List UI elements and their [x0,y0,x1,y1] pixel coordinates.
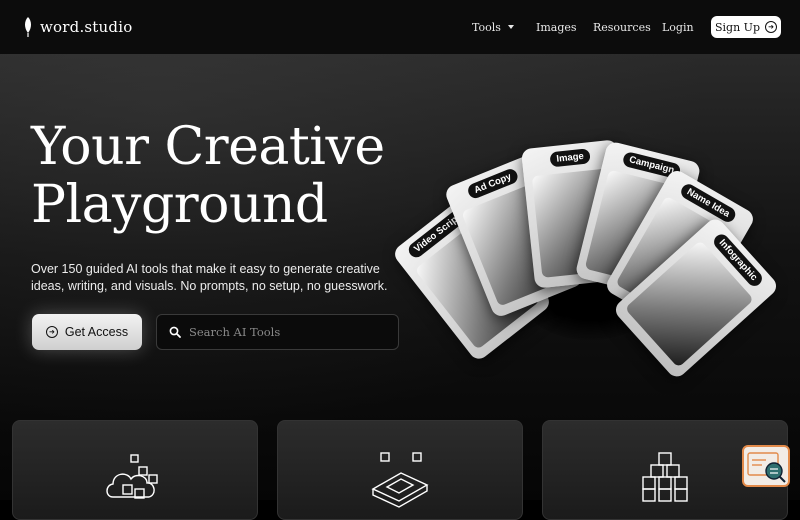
signup-label: Sign Up [715,20,760,34]
feather-icon [25,17,31,37]
feature-card-1[interactable] [12,420,258,520]
brand-name: word.studio [40,18,133,36]
search-input[interactable] [187,324,391,340]
brand-logo[interactable]: word.studio [22,14,132,40]
nav-tools[interactable]: Tools [472,21,514,34]
hero-subtitle: Over 150 guided AI tools that make it ea… [31,262,388,293]
nav-resources[interactable]: Resources [593,21,651,34]
search-box[interactable] [156,314,399,350]
cube-layout-icon [371,452,429,508]
get-access-button[interactable]: ➜ Get Access [32,314,142,350]
hero-title: Your Creative Playground [31,117,385,235]
chat-search-icon [747,452,786,483]
nav-login[interactable]: Login [662,21,694,34]
arrow-right-circle-icon: ➜ [765,21,777,33]
chevron-down-icon [507,25,514,29]
search-icon [169,326,181,338]
cubes-cloud-icon [106,454,158,499]
tool-card-label: Image [549,148,591,168]
feature-card-2[interactable] [277,420,523,520]
nav-images[interactable]: Images [536,21,577,34]
chat-widget-button[interactable] [742,445,790,487]
arrow-right-circle-icon: ➜ [45,326,58,338]
nav-tools-label: Tools [472,20,501,34]
stacked-cubes-icon [642,452,688,502]
tool-cards-fan: Video Script Ad Copy Image Campaign Name… [391,130,781,381]
get-access-label: Get Access [64,325,129,339]
site-header: word.studio Tools Images Resources Login… [0,0,800,54]
signup-button[interactable]: Sign Up ➜ [711,16,781,38]
